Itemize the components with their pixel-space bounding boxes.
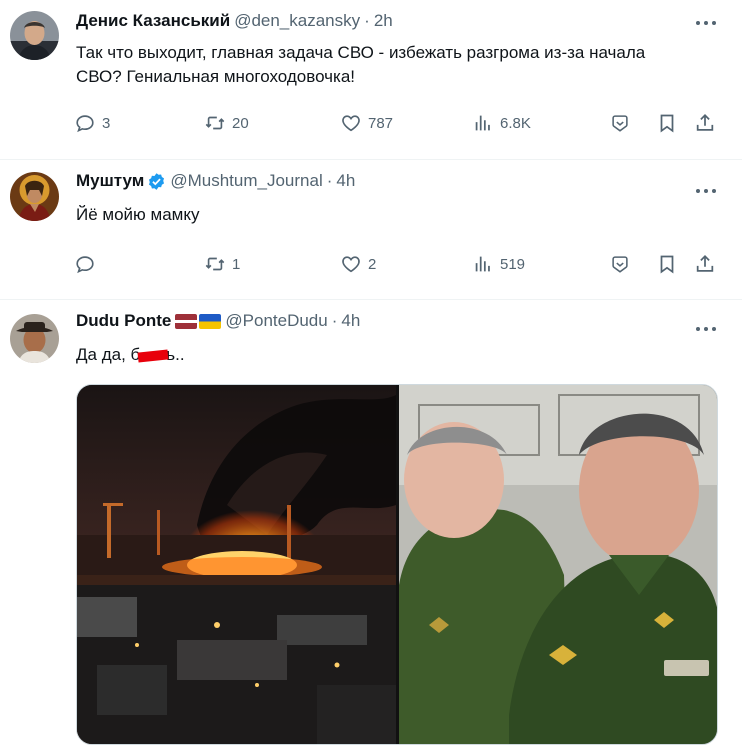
like-icon [340,253,362,275]
retweet-button[interactable]: 20 [204,111,249,135]
separator-dot: · [364,11,370,30]
reply-button[interactable]: 3 [74,111,110,135]
display-name[interactable]: Муштум [76,171,144,191]
tweet-text: Так что выходит, главная задача СВО - из… [76,41,716,89]
separator-dot: · [331,311,338,330]
grok-icon [609,253,631,275]
tweet-text-end: ь.. [166,345,185,364]
tweet-text-line: Так что выходит, главная задача СВО - из… [76,43,646,62]
bookmark-icon [656,112,678,134]
retweet-icon [204,112,226,134]
reply-button[interactable] [74,252,102,276]
reply-icon [74,253,96,275]
verified-badge-icon[interactable] [147,172,166,191]
like-count: 2 [368,255,377,273]
like-button[interactable]: 787 [340,111,393,135]
like-count: 787 [368,114,394,132]
avatar[interactable] [10,11,59,60]
tweet-text-start: Да да, б [76,345,141,364]
tweet-text: Да да, б ь.. [76,343,716,367]
avatar-image [10,172,59,221]
separator-dot: · [326,171,333,190]
retweet-count: 20 [232,114,249,132]
avatar-image [10,314,59,363]
retweet-button[interactable]: 1 [204,252,240,276]
more-icon[interactable] [694,322,718,336]
grok-button[interactable] [609,111,631,135]
retweet-icon [204,253,226,275]
grok-button[interactable] [609,252,631,276]
like-button[interactable]: 2 [340,252,376,276]
share-button[interactable] [694,111,716,135]
display-name[interactable]: Денис Казанський [76,11,230,31]
avatar-image [10,11,59,60]
tweet-header: Денис Казанський @den_kazansky · 2h [76,10,393,32]
username[interactable]: @den_kazansky [234,11,360,31]
ukraine-flag-icon [199,313,222,329]
more-icon[interactable] [694,16,718,30]
timestamp[interactable]: 4h [341,311,360,331]
username[interactable]: @PonteDudu [225,311,327,331]
share-button[interactable] [694,252,716,276]
redaction-mark [137,348,169,363]
views-button[interactable]: 6.8K [472,111,531,135]
media-image-officials[interactable] [399,385,718,745]
bookmark-button[interactable] [656,252,678,276]
avatar[interactable] [10,314,59,363]
tweet[interactable]: Муштум @Mushtum_Journal · 4h Йё мойю мам… [0,160,742,300]
timestamp[interactable]: 2h [374,11,393,31]
reply-icon [74,112,96,134]
more-icon[interactable] [694,184,718,198]
media-image-fire[interactable] [77,385,396,745]
tweet-text-line: СВО? Гениальная многоходовочка! [76,67,356,86]
avatar[interactable] [10,172,59,221]
bookmark-button[interactable] [656,111,678,135]
views-icon [472,112,494,134]
tweet-text-line: Йё мойю мамку [76,205,200,224]
share-icon [694,112,716,134]
share-icon [694,253,716,275]
retweet-count: 1 [232,255,241,273]
timestamp[interactable]: 4h [336,171,355,191]
reply-count: 3 [102,114,111,132]
tweet-header: Dudu Ponte @PonteDudu · 4h [76,310,360,332]
like-icon [340,112,362,134]
views-count: 519 [500,255,526,273]
username[interactable]: @Mushtum_Journal [170,171,322,191]
action-bar: 1 2 519 [74,252,724,276]
display-name[interactable]: Dudu Ponte [76,311,171,331]
views-count: 6.8K [500,114,531,132]
bookmark-icon [656,253,678,275]
latvia-flag-icon [175,313,198,329]
grok-icon [609,112,631,134]
tweet-text: Йё мойю мамку [76,203,716,227]
tweet-media[interactable] [76,384,718,745]
views-button[interactable]: 519 [472,252,525,276]
views-icon [472,253,494,275]
action-bar: 3 20 787 6.8K [74,111,724,135]
tweet[interactable]: Денис Казанський @den_kazansky · 2h Так … [0,0,742,160]
tweet-header: Муштум @Mushtum_Journal · 4h [76,170,355,192]
